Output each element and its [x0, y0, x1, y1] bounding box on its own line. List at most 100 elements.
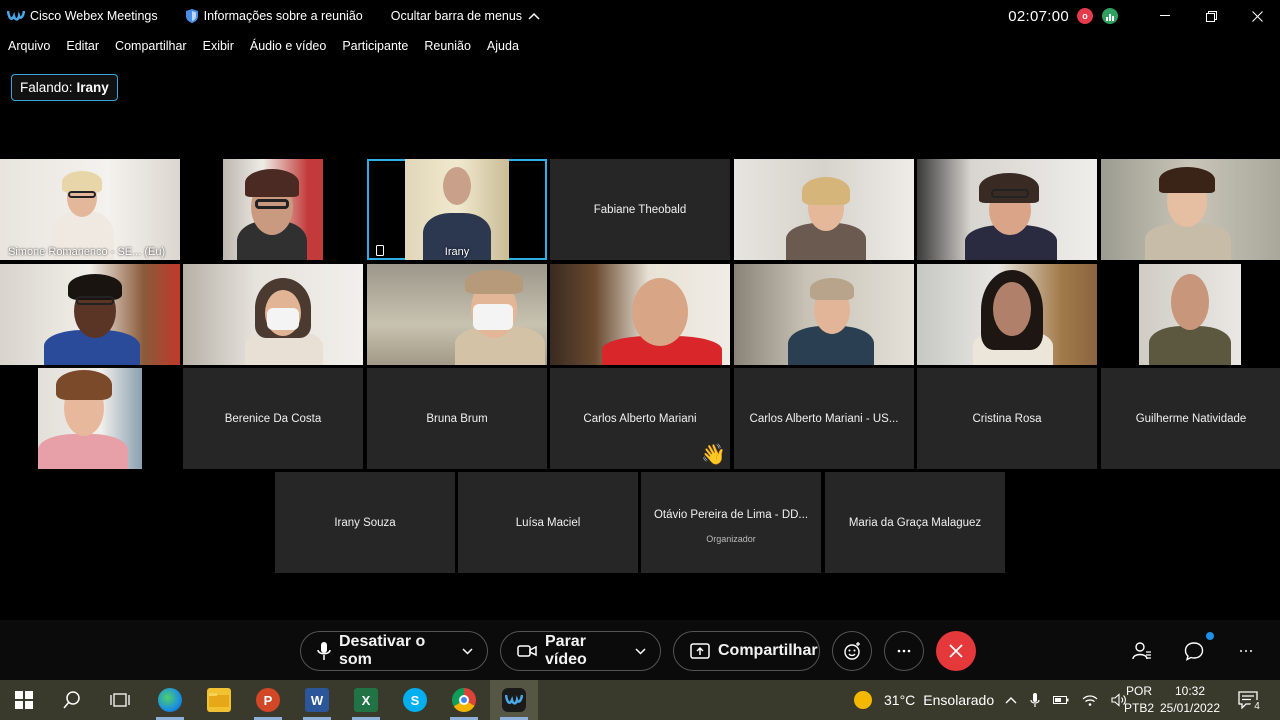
ellipsis-icon: [897, 649, 911, 653]
participant-video: [38, 368, 142, 469]
mute-button[interactable]: Desativar o som: [300, 631, 488, 671]
meeting-timer: 02:07:00: [1008, 7, 1069, 25]
tile-fabiane[interactable]: Fabiane Theobald: [550, 159, 730, 260]
webex-logo-icon: [7, 10, 25, 21]
tile-otavio[interactable]: Otávio Pereira de Lima - DD... Organizad…: [641, 472, 821, 573]
end-meeting-button[interactable]: [936, 631, 976, 671]
menu-participante[interactable]: Participante: [342, 39, 408, 53]
temperature: 31°C: [884, 692, 916, 708]
participant-video: [405, 159, 509, 260]
chevron-up-icon: [528, 12, 540, 20]
webex-taskbar-active[interactable]: [490, 680, 538, 720]
wifi-icon[interactable]: [1082, 694, 1098, 706]
panel-options-button[interactable]: [1234, 639, 1258, 663]
video-tile-simone[interactable]: Simone Romanenco - SE... (Eu): [0, 159, 180, 260]
video-tile-9[interactable]: [183, 264, 363, 365]
video-tile-12[interactable]: [734, 264, 914, 365]
microphone-icon[interactable]: [1030, 692, 1040, 708]
chat-notification-dot: [1206, 632, 1214, 640]
menu-reuniao[interactable]: Reunião: [424, 39, 471, 53]
minimize-icon[interactable]: [1142, 0, 1188, 32]
participant-video: [183, 264, 363, 365]
tile-carlos-1[interactable]: Carlos Alberto Mariani 👋: [550, 368, 730, 469]
chrome-icon[interactable]: [452, 688, 476, 712]
tile-carlos-2[interactable]: Carlos Alberto Mariani - US...: [734, 368, 914, 469]
raised-hand-icon: 👋: [701, 444, 726, 466]
menu-compartilhar[interactable]: Compartilhar: [115, 39, 187, 53]
search-icon[interactable]: [60, 688, 84, 712]
participant-video: [0, 264, 180, 365]
video-tile-irany[interactable]: Irany: [367, 159, 547, 260]
video-tile-8[interactable]: [0, 264, 180, 365]
recording-icon[interactable]: o: [1077, 8, 1093, 24]
video-label: Parar vídeo: [545, 633, 587, 668]
stop-video-button[interactable]: Parar vídeo: [500, 631, 661, 671]
keyboard-layout: PTB2: [1124, 701, 1155, 715]
menu-arquivo[interactable]: Arquivo: [8, 39, 50, 53]
participant-name: Guilherme Natividade: [1135, 412, 1247, 425]
meeting-info-label: Informações sobre a reunião: [203, 9, 363, 23]
participants-panel-button[interactable]: [1130, 639, 1154, 663]
video-tile-11[interactable]: [550, 264, 730, 365]
participant-video: [223, 159, 323, 260]
video-tile-6[interactable]: [917, 159, 1097, 260]
task-view-icon[interactable]: [108, 688, 132, 712]
chevron-down-icon[interactable]: [462, 644, 473, 658]
video-tile-13[interactable]: [917, 264, 1097, 365]
system-clock[interactable]: 10:32 25/01/2022: [1158, 683, 1222, 717]
chevron-down-icon[interactable]: [635, 644, 646, 658]
edge-browser-icon[interactable]: [158, 688, 182, 712]
chevron-up-icon[interactable]: [1005, 696, 1017, 704]
file-explorer-icon[interactable]: [207, 688, 231, 712]
video-tile-5[interactable]: [734, 159, 914, 260]
video-tile-14[interactable]: [1101, 264, 1280, 365]
tile-irany-souza[interactable]: Irany Souza: [275, 472, 455, 573]
meeting-info-button[interactable]: Informações sobre a reunião: [185, 9, 363, 23]
restore-icon[interactable]: [1188, 0, 1234, 32]
hide-menu-button[interactable]: Ocultar barra de menus: [391, 9, 540, 23]
tile-luisa[interactable]: Luísa Maciel: [458, 472, 638, 573]
sun-icon: [854, 691, 872, 709]
close-icon[interactable]: [1234, 0, 1280, 32]
tile-bruna[interactable]: Bruna Brum: [367, 368, 547, 469]
weather-widget[interactable]: 31°C Ensolarado: [854, 680, 994, 720]
participant-video: [367, 264, 547, 365]
video-tile-7[interactable]: [1101, 159, 1280, 260]
chat-panel-button[interactable]: [1182, 639, 1206, 663]
weather-condition: Ensolarado: [923, 692, 995, 708]
tile-guilherme[interactable]: Guilherme Natividade: [1101, 368, 1280, 469]
participant-name: Bruna Brum: [426, 412, 488, 425]
video-tile-15[interactable]: [0, 368, 180, 469]
excel-icon[interactable]: X: [354, 688, 378, 712]
notification-count: 4: [1250, 700, 1264, 714]
video-tile-10[interactable]: [367, 264, 547, 365]
network-health-icon[interactable]: [1102, 8, 1118, 24]
skype-icon[interactable]: S: [403, 688, 427, 712]
share-button[interactable]: Compartilhar: [673, 631, 820, 671]
participant-video: [550, 264, 730, 365]
reactions-button[interactable]: [832, 631, 872, 671]
menu-ajuda[interactable]: Ajuda: [487, 39, 519, 53]
tile-berenice[interactable]: Berenice Da Costa: [183, 368, 363, 469]
participant-name: Carlos Alberto Mariani - US...: [749, 412, 899, 425]
battery-icon[interactable]: [1053, 695, 1069, 705]
more-options-button[interactable]: [884, 631, 924, 671]
clock-date: 25/01/2022: [1159, 701, 1221, 715]
notification-center-button[interactable]: 4: [1238, 680, 1264, 720]
menu-exibir[interactable]: Exibir: [203, 39, 234, 53]
powerpoint-icon[interactable]: P: [256, 688, 280, 712]
system-tray: [1005, 680, 1127, 720]
windows-start-icon[interactable]: [12, 688, 36, 712]
language-indicator[interactable]: POR PTB2: [1124, 683, 1154, 717]
recording-letter: o: [1082, 11, 1088, 21]
tile-maria[interactable]: Maria da Graça Malaguez: [825, 472, 1005, 573]
word-icon[interactable]: W: [305, 688, 329, 712]
participant-role: Organizador: [706, 533, 756, 544]
participant-name: Maria da Graça Malaguez: [848, 516, 982, 529]
menu-editar[interactable]: Editar: [66, 39, 99, 53]
ellipsis-icon: [1239, 649, 1253, 653]
menu-audio-video[interactable]: Áudio e vídeo: [250, 39, 326, 53]
tile-cristina[interactable]: Cristina Rosa: [917, 368, 1097, 469]
video-tile-2[interactable]: [183, 159, 363, 260]
share-screen-icon: [690, 643, 710, 659]
